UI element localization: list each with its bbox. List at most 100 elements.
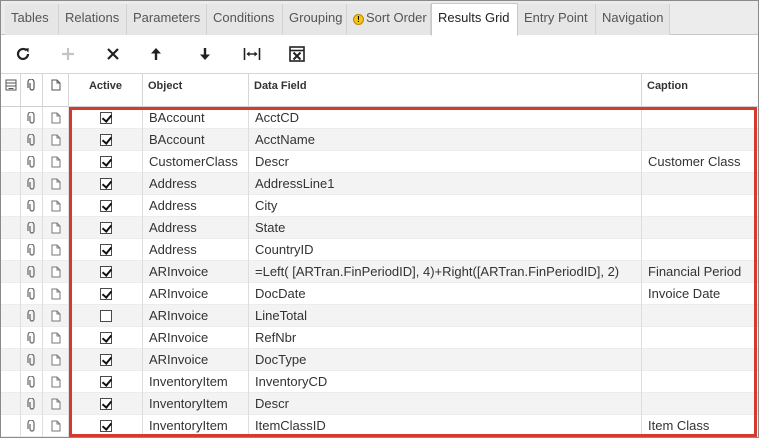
active-checkbox[interactable] (99, 244, 112, 256)
data-field-cell[interactable]: DocType (249, 349, 642, 371)
tab-parameters[interactable]: Parameters (127, 4, 207, 35)
note-cell[interactable] (43, 349, 69, 371)
note-cell[interactable] (43, 239, 69, 261)
active-checkbox[interactable] (99, 134, 112, 146)
data-field-cell[interactable]: Descr (249, 393, 642, 415)
object-cell[interactable]: InventoryItem (143, 415, 249, 437)
attachment-cell[interactable] (21, 173, 43, 195)
data-field-cell[interactable]: InventoryCD (249, 371, 642, 393)
table-row[interactable]: BAccount AcctCD (1, 107, 758, 129)
note-cell[interactable] (43, 415, 69, 437)
tab-relations[interactable]: Relations (59, 4, 127, 35)
caption-cell[interactable] (642, 129, 758, 151)
data-field-cell[interactable]: City (249, 195, 642, 217)
attachment-cell[interactable] (21, 195, 43, 217)
table-row[interactable]: ARInvoice DocDate Invoice Date (1, 283, 758, 305)
attachment-cell[interactable] (21, 327, 43, 349)
active-cell[interactable] (69, 327, 143, 349)
data-field-cell[interactable]: DocDate (249, 283, 642, 305)
row-selector[interactable] (1, 261, 21, 283)
row-selector[interactable] (1, 195, 21, 217)
tab-tables[interactable]: Tables (5, 4, 59, 35)
data-field-column-header[interactable]: Data Field (249, 74, 642, 107)
caption-cell[interactable] (642, 393, 758, 415)
active-checkbox[interactable] (99, 354, 112, 366)
active-checkbox[interactable] (99, 288, 112, 300)
row-selector[interactable] (1, 415, 21, 437)
object-column-header[interactable]: Object (143, 74, 249, 107)
row-selector[interactable] (1, 173, 21, 195)
caption-cell[interactable] (642, 327, 758, 349)
note-cell[interactable] (43, 393, 69, 415)
attachment-cell[interactable] (21, 349, 43, 371)
refresh-button[interactable] (10, 42, 36, 66)
data-field-cell[interactable]: ItemClassID (249, 415, 642, 437)
object-cell[interactable]: Address (143, 195, 249, 217)
caption-cell[interactable] (642, 239, 758, 261)
note-cell[interactable] (43, 217, 69, 239)
object-cell[interactable]: ARInvoice (143, 261, 249, 283)
object-cell[interactable]: Address (143, 239, 249, 261)
active-checkbox[interactable] (99, 266, 112, 278)
active-cell[interactable] (69, 239, 143, 261)
tab-conditions[interactable]: Conditions (207, 4, 283, 35)
row-selector[interactable] (1, 107, 21, 129)
tab-sort-order[interactable]: ! Sort Order (347, 4, 431, 35)
object-cell[interactable]: InventoryItem (143, 393, 249, 415)
object-cell[interactable]: ARInvoice (143, 349, 249, 371)
note-cell[interactable] (43, 151, 69, 173)
active-cell[interactable] (69, 151, 143, 173)
active-checkbox[interactable] (99, 332, 112, 344)
object-cell[interactable]: Address (143, 173, 249, 195)
active-cell[interactable] (69, 393, 143, 415)
caption-cell[interactable] (642, 217, 758, 239)
caption-cell[interactable]: Financial Period (642, 261, 758, 283)
active-cell[interactable] (69, 195, 143, 217)
caption-cell[interactable]: Customer Class (642, 151, 758, 173)
attachment-cell[interactable] (21, 129, 43, 151)
data-field-cell[interactable]: State (249, 217, 642, 239)
active-cell[interactable] (69, 173, 143, 195)
active-cell[interactable] (69, 305, 143, 327)
active-checkbox[interactable] (99, 376, 112, 388)
row-selector[interactable] (1, 327, 21, 349)
row-selector[interactable] (1, 129, 21, 151)
active-checkbox[interactable] (99, 178, 112, 190)
active-cell[interactable] (69, 349, 143, 371)
attachment-cell[interactable] (21, 217, 43, 239)
caption-cell[interactable] (642, 173, 758, 195)
note-cell[interactable] (43, 107, 69, 129)
attachment-cell[interactable] (21, 107, 43, 129)
active-cell[interactable] (69, 107, 143, 129)
active-cell[interactable] (69, 217, 143, 239)
row-selector[interactable] (1, 305, 21, 327)
fit-width-button[interactable] (239, 42, 265, 66)
attachment-cell[interactable] (21, 415, 43, 437)
active-checkbox[interactable] (99, 200, 112, 212)
row-selector[interactable] (1, 393, 21, 415)
active-column-header[interactable]: Active (69, 74, 143, 107)
active-checkbox[interactable] (99, 222, 112, 234)
table-row[interactable]: Address City (1, 195, 758, 217)
data-field-cell[interactable]: RefNbr (249, 327, 642, 349)
active-cell[interactable] (69, 283, 143, 305)
note-cell[interactable] (43, 195, 69, 217)
row-selector[interactable] (1, 349, 21, 371)
row-selector[interactable] (1, 217, 21, 239)
table-row[interactable]: BAccount AcctName (1, 129, 758, 151)
note-cell[interactable] (43, 371, 69, 393)
attachment-cell[interactable] (21, 261, 43, 283)
object-cell[interactable]: ARInvoice (143, 283, 249, 305)
data-field-cell[interactable]: Descr (249, 151, 642, 173)
data-field-cell[interactable]: AddressLine1 (249, 173, 642, 195)
delete-row-button[interactable] (100, 42, 126, 66)
active-cell[interactable] (69, 261, 143, 283)
table-row[interactable]: InventoryItem ItemClassID Item Class (1, 415, 758, 437)
table-row[interactable]: ARInvoice RefNbr (1, 327, 758, 349)
data-field-cell[interactable]: LineTotal (249, 305, 642, 327)
table-row[interactable]: ARInvoice =Left( [ARTran.FinPeriodID], 4)… (1, 261, 758, 283)
add-row-button[interactable] (55, 42, 81, 66)
tab-grouping[interactable]: Grouping (283, 4, 347, 35)
data-field-cell[interactable]: CountryID (249, 239, 642, 261)
note-cell[interactable] (43, 261, 69, 283)
